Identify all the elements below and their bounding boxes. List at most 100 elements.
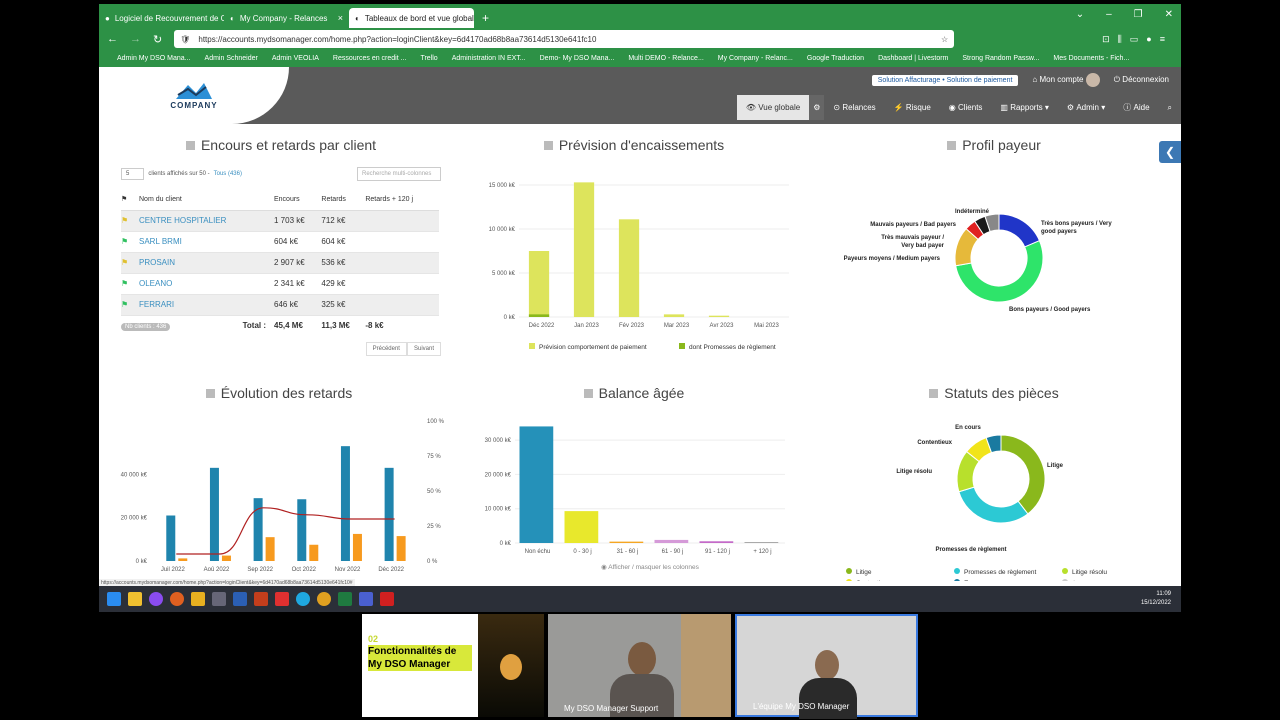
bookmark-item[interactable]: Admin My DSO Mana... <box>117 55 191 62</box>
chrome-icon[interactable] <box>317 592 331 606</box>
bookmark-item[interactable]: Strong Random Passw... <box>962 55 1039 62</box>
start-icon[interactable] <box>107 592 121 606</box>
bookmark-item[interactable]: Demo- My DSO Mana... <box>540 55 615 62</box>
excel-icon[interactable] <box>338 592 352 606</box>
bookmark-item[interactable]: Admin Schneider <box>205 55 258 62</box>
nav-toolbar: ← → ↻ 🛡 https://accounts.mydsomanager.com/h… <box>99 28 1181 50</box>
table-cell: 429 k€ <box>321 273 366 295</box>
edge-icon[interactable] <box>296 592 310 606</box>
table-cell[interactable]: PROSAIN <box>139 252 274 274</box>
flag-header[interactable]: ⚑ <box>121 189 139 211</box>
bookmark-item[interactable]: Ressources en credit ... <box>333 55 407 62</box>
y-tick-label: 0 k€ <box>136 559 148 565</box>
account-link[interactable]: ⌂ Mon compte <box>1032 73 1100 87</box>
nav-risque[interactable]: ⚡ Risque <box>885 95 940 120</box>
legend-swatch <box>846 579 852 585</box>
close-window-icon[interactable]: ✕ <box>1165 9 1173 20</box>
restore-icon[interactable]: ❐ <box>1134 9 1143 20</box>
table-cell[interactable]: FERRARI <box>139 294 274 316</box>
star-icon[interactable]: ☆ <box>941 35 948 44</box>
legend-label: Promesses de règlement <box>964 569 1036 576</box>
table-cell: 604 k€ <box>321 231 366 253</box>
teams-icon[interactable] <box>359 592 373 606</box>
encours-title: Encours et retards par client <box>121 137 441 153</box>
next-button[interactable]: Suivant <box>406 342 441 356</box>
table-row[interactable]: ⚑ SARL BRMI 604 k€ 604 k€ <box>121 231 439 253</box>
bar <box>744 542 779 543</box>
logout-link[interactable]: ⏻ Déconnexion <box>1114 75 1169 85</box>
browser-window: ●Logiciel de Recouvrement de C× ◐My Comp… <box>99 4 1181 612</box>
search-icon[interactable]: ⌕ <box>1159 95 1181 120</box>
back-icon[interactable]: ← <box>107 33 118 45</box>
folder-icon[interactable] <box>191 592 205 606</box>
bar <box>699 541 734 543</box>
table-row[interactable]: ⚑ OLEANO 2 341 k€ 429 k€ <box>121 273 439 295</box>
legend-swatch <box>954 579 960 585</box>
tab-recouvrement[interactable]: ●Logiciel de Recouvrement de C× <box>99 8 224 28</box>
tab-list-icon[interactable]: ⌄ <box>1076 9 1084 20</box>
powerpoint-icon[interactable] <box>254 592 268 606</box>
lightbulb-image <box>478 614 544 717</box>
forward-icon[interactable]: → <box>130 33 141 45</box>
new-tab-button[interactable]: + <box>474 11 497 28</box>
y-tick-label: 0 k€ <box>504 315 516 321</box>
bookmark-item[interactable]: Dashboard | Livestorm <box>878 55 948 62</box>
bookmark-item[interactable]: Multi DEMO - Relance... <box>628 55 703 62</box>
tab-relances[interactable]: ◐ My Company - Relances × <box>224 8 349 28</box>
table-cell[interactable]: OLEANO <box>139 273 274 295</box>
y-tick-label: 10 000 k€ <box>489 227 516 233</box>
avatar <box>1085 73 1100 87</box>
nav-clients[interactable]: ◉ Clients <box>940 95 992 120</box>
bar <box>265 537 275 561</box>
bookmark-item[interactable]: Google Traduction <box>807 55 864 62</box>
prev-button[interactable]: Précédent <box>365 342 407 356</box>
solution-pill[interactable]: Solution Affacturage • Solution de paiem… <box>871 74 1019 86</box>
app-icon[interactable] <box>128 592 142 606</box>
url-bar[interactable]: 🛡 https://accounts.mydsomanager.com/home.… <box>174 30 955 48</box>
table-row[interactable]: ⚑ FERRARI 646 k€ 325 k€ <box>121 294 439 316</box>
table-row[interactable]: ⚑ PROSAIN 2 907 k€ 536 k€ <box>121 252 439 274</box>
table-cell[interactable]: CENTRE HOSPITALIER <box>139 210 274 232</box>
table-row[interactable]: ⚑ CENTRE HOSPITALIER 1 703 k€ 712 k€ <box>121 210 439 232</box>
table-cell: 2 907 k€ <box>274 252 322 274</box>
nav-vue-globale[interactable]: 👁 Vue globale <box>736 95 810 120</box>
balance-panel: Balance âgée 0 k€ 10 000 k€ 20 000 k€ 30 00… <box>469 385 799 583</box>
app: COMPANY Solution Affacturage • Solution … <box>99 67 1181 612</box>
extensions-icons[interactable]: ⊡⫼▭●≡ <box>1102 34 1173 45</box>
slice-label: Indéterminé <box>955 209 990 215</box>
x-tick-label: 61 - 90 j <box>662 549 684 555</box>
all-link[interactable]: Tous (436) <box>214 171 242 177</box>
nav-rapports[interactable]: ▥ Rapports ▾ <box>991 95 1058 120</box>
bookmarks-bar: Admin My DSO Mana... Admin Schneider Admin… <box>99 50 1181 67</box>
nav-aide[interactable]: ⓘ Aide <box>1114 95 1158 120</box>
side-panel-toggle[interactable]: ❮ <box>1159 141 1181 163</box>
bookmark-item[interactable]: My Company - Relanc... <box>718 55 793 62</box>
bar <box>609 541 644 543</box>
flag-icon: ⚑ <box>121 210 139 232</box>
bookmark-item[interactable]: Mes Documents - Fich... <box>1053 55 1129 62</box>
bookmark-item[interactable]: Trello <box>420 55 437 62</box>
minimize-icon[interactable]: – <box>1106 9 1112 20</box>
nav-relances[interactable]: ⊙ Relances <box>824 95 884 120</box>
firefox-icon[interactable] <box>170 592 184 606</box>
settings-icon[interactable]: ⚙ <box>809 95 825 120</box>
calculator-icon[interactable] <box>212 592 226 606</box>
filezilla-icon[interactable] <box>275 592 289 606</box>
per-page-select[interactable]: 5 <box>121 168 145 180</box>
bookmark-item[interactable]: Administration IN EXT... <box>452 55 526 62</box>
table-cell <box>365 273 439 295</box>
bar <box>528 314 550 317</box>
table-cell[interactable]: SARL BRMI <box>139 231 274 253</box>
legend-swatch <box>529 343 535 349</box>
y2-tick-label: 75 % <box>427 454 441 460</box>
bookmark-item[interactable]: Admin VEOLIA <box>272 55 319 62</box>
app-icon[interactable] <box>149 592 163 606</box>
table-cell: 1 703 k€ <box>274 210 322 232</box>
reload-icon[interactable]: ↻ <box>153 33 162 46</box>
close-icon[interactable]: × <box>338 13 343 23</box>
word-icon[interactable] <box>233 592 247 606</box>
tab-dashboard[interactable]: ◐Tableaux de bord et vue globale× <box>349 8 474 28</box>
nav-admin[interactable]: ⚙ Admin ▾ <box>1058 95 1114 120</box>
acrobat-icon[interactable] <box>380 592 394 606</box>
search-input[interactable]: Recherche multi-colonnes <box>357 167 441 181</box>
